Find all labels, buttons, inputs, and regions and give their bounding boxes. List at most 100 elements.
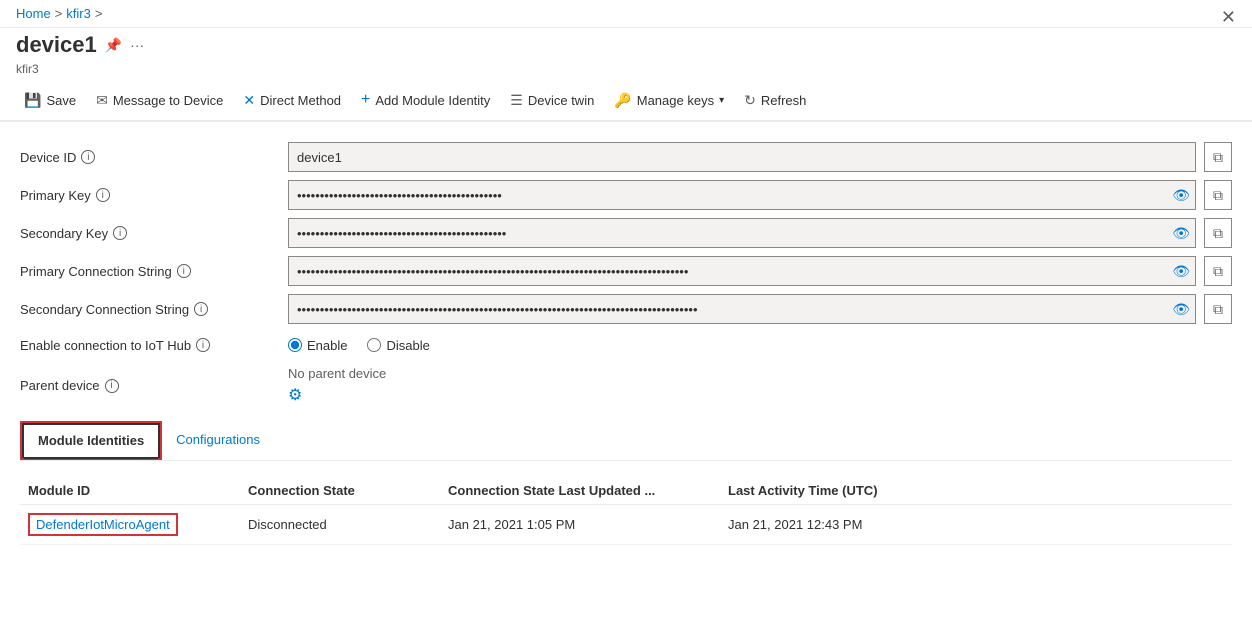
column-connection-state-last-updated: Connection State Last Updated ... <box>440 483 720 498</box>
table-section: Module ID Connection State Connection St… <box>20 477 1232 545</box>
breadcrumb-kfir3[interactable]: kfir3 <box>66 6 91 21</box>
module-id-link-wrapper: DefenderIotMicroAgent <box>28 513 178 536</box>
page-title: device1 <box>16 32 97 58</box>
secondary-connection-string-input[interactable] <box>288 294 1196 324</box>
breadcrumb-sep1: > <box>55 6 63 21</box>
configurations-tab[interactable]: Configurations <box>162 424 274 457</box>
breadcrumb: Home > kfir3 > ✕ <box>0 0 1252 28</box>
module-id-link[interactable]: DefenderIotMicroAgent <box>36 517 170 532</box>
module-identities-tab-wrapper: Module Identities <box>20 421 162 460</box>
device-id-input-wrapper <box>288 142 1196 172</box>
table-header: Module ID Connection State Connection St… <box>20 477 1232 505</box>
refresh-label: Refresh <box>761 93 807 108</box>
secondary-key-row: Secondary Key i 👁 ⧉ <box>20 214 1232 252</box>
device-id-input[interactable] <box>288 142 1196 172</box>
breadcrumb-sep2: > <box>95 6 103 21</box>
tabs-row: Module Identities Configurations <box>20 421 1232 460</box>
column-last-activity-time: Last Activity Time (UTC) <box>720 483 1000 498</box>
primary-connection-string-info-icon[interactable]: i <box>177 264 191 278</box>
twin-label: Device twin <box>528 93 594 108</box>
primary-key-label: Primary Key i <box>20 188 280 203</box>
direct-icon: ✕ <box>243 92 255 109</box>
secondary-key-copy-button[interactable]: ⧉ <box>1204 218 1232 248</box>
parent-device-info-icon[interactable]: i <box>105 379 119 393</box>
primary-connection-string-input-wrapper: 👁 <box>288 256 1196 286</box>
secondary-key-label: Secondary Key i <box>20 226 280 241</box>
parent-device-value-section: No parent device ⚙ <box>288 366 1224 405</box>
column-connection-state: Connection State <box>240 483 440 498</box>
secondary-connection-string-label: Secondary Connection String i <box>20 302 280 317</box>
primary-connection-string-row: Primary Connection String i 👁 ⧉ <box>20 252 1232 290</box>
enable-radio[interactable] <box>288 338 302 352</box>
primary-connection-string-eye-button[interactable]: 👁 <box>1172 263 1190 280</box>
connection-state-cell: Disconnected <box>240 517 440 532</box>
device-id-label: Device ID i <box>20 150 280 165</box>
secondary-key-info-icon[interactable]: i <box>113 226 127 240</box>
secondary-key-input-wrapper: 👁 <box>288 218 1196 248</box>
disable-radio-option[interactable]: Disable <box>367 338 429 353</box>
save-label: Save <box>46 93 76 108</box>
save-button[interactable]: 💾 Save <box>16 87 84 114</box>
secondary-connection-string-copy-button[interactable]: ⧉ <box>1204 294 1232 324</box>
disable-radio-label: Disable <box>386 338 429 353</box>
pin-icon[interactable]: 📌 <box>105 37 122 54</box>
manage-label: Manage keys <box>637 93 714 108</box>
refresh-icon: ↻ <box>744 92 756 109</box>
ellipsis-icon[interactable]: ··· <box>130 37 144 53</box>
device-id-info-icon[interactable]: i <box>81 150 95 164</box>
enable-radio-option[interactable]: Enable <box>288 338 347 353</box>
connection-state-last-updated-cell: Jan 21, 2021 1:05 PM <box>440 517 720 532</box>
refresh-button[interactable]: ↻ Refresh <box>736 87 814 114</box>
tabs-section: Module Identities Configurations <box>20 421 1232 461</box>
title-row: device1 📌 ··· <box>0 28 1252 62</box>
secondary-key-input[interactable] <box>288 218 1196 248</box>
secondary-connection-string-row: Secondary Connection String i 👁 ⧉ <box>20 290 1232 328</box>
page-subtitle: kfir3 <box>0 62 1252 80</box>
device-twin-button[interactable]: ☰ Device twin <box>502 87 602 114</box>
direct-method-button[interactable]: ✕ Direct Method <box>235 87 349 114</box>
secondary-connection-string-info-icon[interactable]: i <box>194 302 208 316</box>
primary-connection-string-input[interactable] <box>288 256 1196 286</box>
primary-key-input[interactable] <box>288 180 1196 210</box>
direct-label: Direct Method <box>260 93 341 108</box>
enable-connection-label: Enable connection to IoT Hub i <box>20 338 280 353</box>
primary-key-input-wrapper: 👁 <box>288 180 1196 210</box>
device-id-copy-button[interactable]: ⧉ <box>1204 142 1232 172</box>
enable-connection-info-icon[interactable]: i <box>196 338 210 352</box>
secondary-connection-string-input-wrapper: 👁 <box>288 294 1196 324</box>
primary-key-row: Primary Key i 👁 ⧉ <box>20 176 1232 214</box>
add-module-identity-button[interactable]: + Add Module Identity <box>353 86 498 114</box>
primary-connection-string-copy-button[interactable]: ⧉ <box>1204 256 1232 286</box>
primary-key-eye-button[interactable]: 👁 <box>1172 187 1190 204</box>
breadcrumb-home[interactable]: Home <box>16 6 51 21</box>
manage-icon: 🔑 <box>614 92 631 109</box>
close-button[interactable]: ✕ <box>1221 8 1236 26</box>
manage-keys-button[interactable]: 🔑 Manage keys ▾ <box>606 87 732 114</box>
column-module-id: Module ID <box>20 483 240 498</box>
secondary-connection-string-eye-button[interactable]: 👁 <box>1172 301 1190 318</box>
content-area: Device ID i ⧉ Primary Key i 👁 ⧉ Secondar… <box>0 122 1252 561</box>
device-id-row: Device ID i ⧉ <box>20 138 1232 176</box>
module-id-cell: DefenderIotMicroAgent <box>20 513 240 536</box>
enable-connection-radio-group: Enable Disable <box>288 338 1224 353</box>
save-icon: 💾 <box>24 92 41 109</box>
primary-key-copy-button[interactable]: ⧉ <box>1204 180 1232 210</box>
last-activity-time-cell: Jan 21, 2021 12:43 PM <box>720 517 1000 532</box>
primary-key-info-icon[interactable]: i <box>96 188 110 202</box>
enable-connection-row: Enable connection to IoT Hub i Enable Di… <box>20 328 1232 362</box>
add-module-label: Add Module Identity <box>375 93 490 108</box>
parent-device-gear-icon[interactable]: ⚙ <box>288 387 302 404</box>
enable-radio-label: Enable <box>307 338 347 353</box>
primary-connection-string-label: Primary Connection String i <box>20 264 280 279</box>
message-to-device-button[interactable]: ✉ Message to Device <box>88 87 231 114</box>
twin-icon: ☰ <box>510 92 523 109</box>
parent-device-label: Parent device i <box>20 378 280 393</box>
secondary-key-eye-button[interactable]: 👁 <box>1172 225 1190 242</box>
parent-device-value: No parent device <box>288 366 1224 381</box>
module-identities-tab[interactable]: Module Identities <box>22 423 160 458</box>
disable-radio[interactable] <box>367 338 381 352</box>
toolbar: 💾 Save ✉ Message to Device ✕ Direct Meth… <box>0 80 1252 121</box>
chevron-down-icon: ▾ <box>719 95 724 106</box>
parent-device-row: Parent device i No parent device ⚙ <box>20 362 1232 409</box>
message-icon: ✉ <box>96 92 108 109</box>
